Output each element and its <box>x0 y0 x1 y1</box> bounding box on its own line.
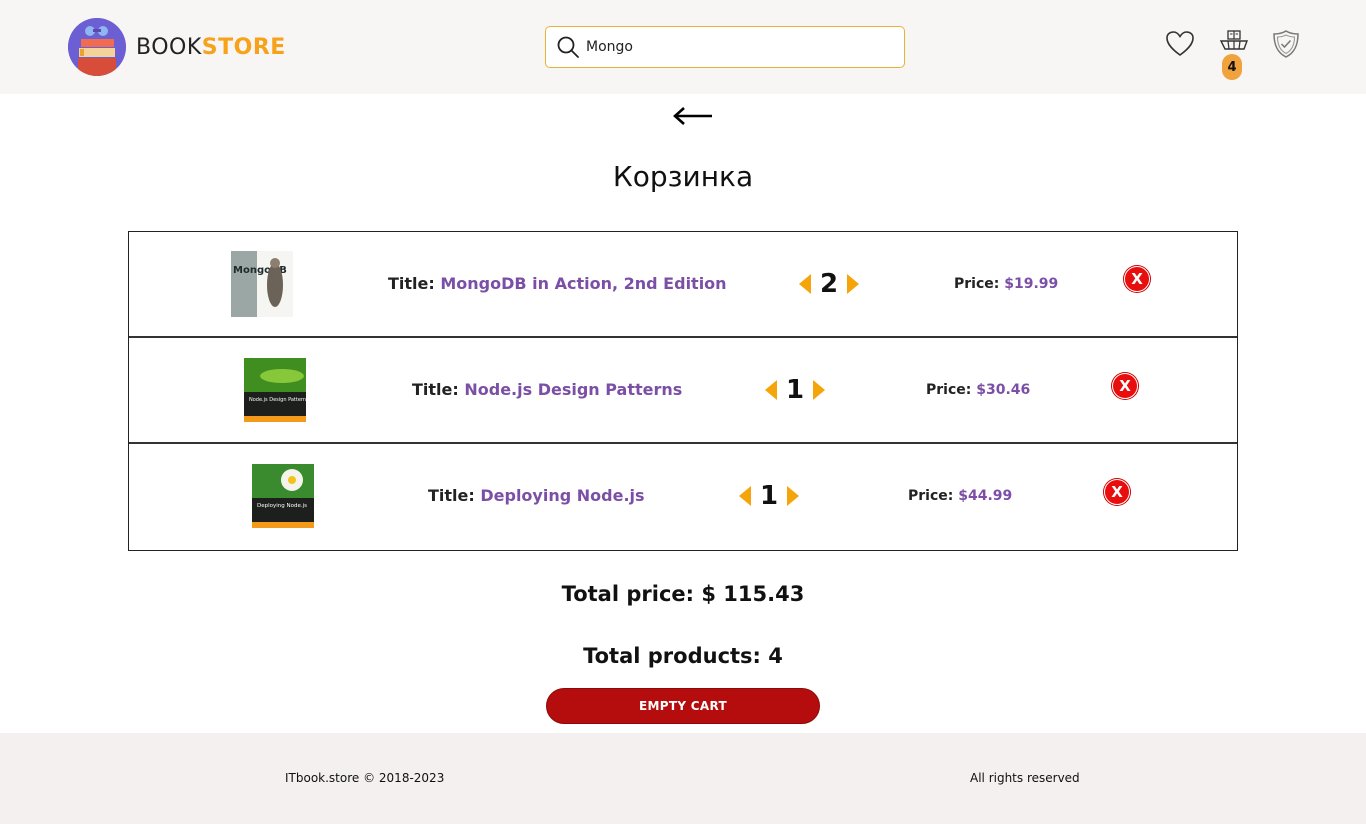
total-price: Total price: $ 115.43 <box>561 582 805 606</box>
quantity-value: 1 <box>760 481 779 511</box>
quantity-stepper: 2 <box>799 269 860 299</box>
header: BOOKSTORE Mongo 4 <box>0 0 1366 94</box>
footer-copyright: ITbook.store © 2018-2023 <box>285 771 445 785</box>
quantity-value: 2 <box>820 269 839 299</box>
increase-quantity-icon[interactable] <box>813 380 826 400</box>
item-price: $44.99 <box>958 488 1013 504</box>
shield-icon[interactable] <box>1270 28 1302 60</box>
empty-cart-button[interactable]: EMPTY CART <box>546 688 820 724</box>
logo-text-store: STORE <box>201 34 286 60</box>
search-bar <box>545 26 905 68</box>
item-title[interactable]: Deploying Node.js <box>480 486 644 505</box>
svg-text:Deploying Node.js: Deploying Node.js <box>257 503 307 509</box>
cart-table: MongoDB Title: MongoDB in Action, 2nd Ed… <box>128 231 1238 551</box>
increase-quantity-icon[interactable] <box>787 486 800 506</box>
price-label: Price: <box>926 382 972 398</box>
cart-count-badge: 4 <box>1222 54 1242 80</box>
quantity-stepper: 1 <box>765 375 826 405</box>
book-cover[interactable]: Deploying Node.js <box>252 464 314 528</box>
quantity-stepper: 1 <box>739 481 800 511</box>
book-cover[interactable]: Node.js Design Patterns <box>244 358 309 422</box>
decrease-quantity-icon[interactable] <box>799 274 811 294</box>
back-arrow-icon[interactable] <box>672 100 714 132</box>
title-label: Title: <box>412 380 459 399</box>
item-price: $30.46 <box>976 382 1031 398</box>
item-price-cell: Price: $19.99 <box>954 276 1058 292</box>
item-title-cell: Title: Deploying Node.js <box>428 486 645 505</box>
cart-row: MongoDB Title: MongoDB in Action, 2nd Ed… <box>129 232 1237 338</box>
price-label: Price: <box>954 276 1000 292</box>
decrease-quantity-icon[interactable] <box>765 380 777 400</box>
page-title: Корзинка <box>612 160 754 193</box>
item-title[interactable]: Node.js Design Patterns <box>464 380 682 399</box>
book-cover[interactable]: MongoDB <box>231 251 293 317</box>
remove-item-button[interactable]: X <box>1112 373 1138 399</box>
search-icon[interactable] <box>550 27 586 67</box>
logo-text: BOOKSTORE <box>136 35 286 60</box>
price-label: Price: <box>908 488 954 504</box>
quantity-value: 1 <box>786 375 805 405</box>
logo-image <box>68 18 126 76</box>
remove-item-button[interactable]: X <box>1124 266 1150 292</box>
cart-row: Node.js Design Patterns Title: Node.js D… <box>129 338 1237 444</box>
logo-text-book: BOOK <box>136 34 202 60</box>
item-price-cell: Price: $44.99 <box>908 488 1012 504</box>
item-title-cell: Title: Node.js Design Patterns <box>412 380 682 399</box>
heart-icon[interactable] <box>1164 28 1196 60</box>
footer-rights: All rights reserved <box>970 771 1080 785</box>
cart-row: Deploying Node.js Title: Deploying Node.… <box>129 444 1237 550</box>
logo[interactable]: BOOKSTORE <box>68 18 286 76</box>
item-price-cell: Price: $30.46 <box>926 382 1030 398</box>
item-title[interactable]: MongoDB in Action, 2nd Edition <box>440 274 726 293</box>
svg-text:Node.js Design Patterns: Node.js Design Patterns <box>249 397 306 403</box>
footer: ITbook.store © 2018-2023 All rights rese… <box>0 733 1366 824</box>
item-price: $19.99 <box>1004 276 1059 292</box>
total-products: Total products: 4 <box>583 644 783 668</box>
decrease-quantity-icon[interactable] <box>739 486 751 506</box>
remove-item-button[interactable]: X <box>1104 479 1130 505</box>
title-label: Title: <box>388 274 435 293</box>
increase-quantity-icon[interactable] <box>847 274 860 294</box>
item-title-cell: Title: MongoDB in Action, 2nd Edition <box>388 274 727 293</box>
title-label: Title: <box>428 486 475 505</box>
search-input[interactable] <box>586 39 886 55</box>
